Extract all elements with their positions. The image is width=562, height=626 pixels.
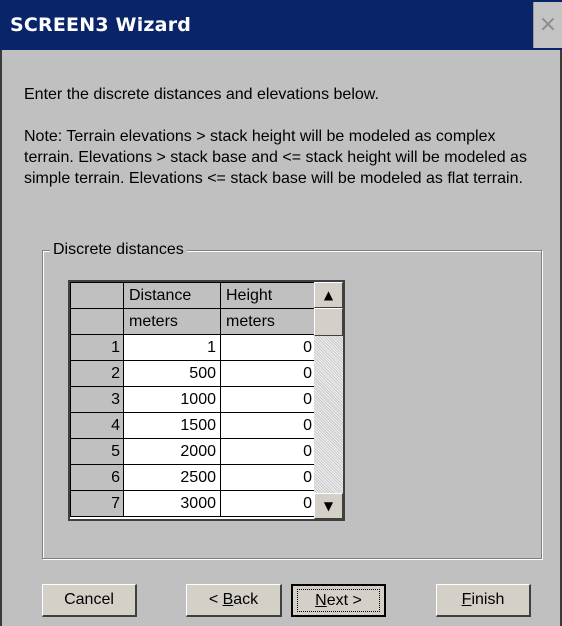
cancel-label: Cancel bbox=[64, 591, 114, 608]
row-number[interactable]: 5 bbox=[70, 438, 124, 465]
height-cell[interactable]: 0 bbox=[220, 386, 317, 413]
finish-label-mnemonic: F bbox=[461, 591, 472, 608]
table-row: 5 2000 0 bbox=[70, 438, 317, 465]
height-cell[interactable]: 0 bbox=[220, 464, 317, 491]
height-cell[interactable]: 0 bbox=[220, 412, 317, 439]
column-header-height: Height bbox=[220, 282, 317, 309]
intro-text: Enter the discrete distances and elevati… bbox=[24, 86, 379, 103]
unit-distance: meters bbox=[123, 308, 221, 335]
row-number[interactable]: 3 bbox=[70, 386, 124, 413]
cancel-button[interactable]: Cancel bbox=[42, 584, 137, 617]
distance-cell[interactable]: 1000 bbox=[123, 386, 221, 413]
note-text: Note: Terrain elevations > stack height … bbox=[24, 128, 527, 187]
table-row: 7 3000 0 bbox=[70, 490, 317, 517]
height-cell[interactable]: 0 bbox=[220, 438, 317, 465]
group-label: Discrete distances bbox=[50, 241, 187, 259]
height-cell[interactable]: 0 bbox=[220, 360, 317, 387]
table-row: 2 500 0 bbox=[70, 360, 317, 387]
row-number[interactable]: 6 bbox=[70, 464, 124, 491]
row-number[interactable]: 4 bbox=[70, 412, 124, 439]
distance-cell[interactable]: 1500 bbox=[123, 412, 221, 439]
table-row: 1 1 0 bbox=[70, 334, 317, 361]
wizard-window: SCREEN3 Wizard × Enter the discrete dist… bbox=[0, 0, 562, 626]
focus-rectangle bbox=[297, 589, 380, 612]
title-bar: SCREEN3 Wizard × bbox=[0, 0, 562, 50]
grid-corner bbox=[70, 282, 124, 309]
vertical-scrollbar[interactable]: ▲ ▼ bbox=[314, 282, 343, 519]
distance-cell[interactable]: 2000 bbox=[123, 438, 221, 465]
distance-cell[interactable]: 500 bbox=[123, 360, 221, 387]
scrollbar-thumb[interactable] bbox=[314, 308, 343, 336]
back-label-prefix: < bbox=[208, 591, 223, 608]
height-cell[interactable]: 0 bbox=[220, 490, 317, 517]
next-button[interactable]: Next > bbox=[291, 584, 386, 617]
distance-cell[interactable]: 2500 bbox=[123, 464, 221, 491]
distance-cell[interactable]: 3000 bbox=[123, 490, 221, 517]
arrow-up-icon[interactable]: ▲ bbox=[314, 282, 343, 308]
unit-height: meters bbox=[220, 308, 317, 335]
arrow-down-icon[interactable]: ▼ bbox=[314, 493, 343, 519]
table-row: 4 1500 0 bbox=[70, 412, 317, 439]
row-number[interactable]: 1 bbox=[70, 334, 124, 361]
row-number[interactable]: 2 bbox=[70, 360, 124, 387]
back-label-mnemonic: B bbox=[222, 591, 234, 608]
finish-button[interactable]: Finish bbox=[436, 584, 531, 617]
row-number[interactable]: 7 bbox=[70, 490, 124, 517]
window-frame-left bbox=[0, 50, 2, 626]
distances-grid[interactable]: Distance Height meters meters 1 1 0 2 50… bbox=[68, 280, 345, 521]
close-icon[interactable]: × bbox=[533, 2, 562, 48]
table-row: 6 2500 0 bbox=[70, 464, 317, 491]
column-header-distance: Distance bbox=[123, 282, 221, 309]
distance-cell[interactable]: 1 bbox=[123, 334, 221, 361]
height-cell[interactable]: 0 bbox=[220, 334, 317, 361]
window-title: SCREEN3 Wizard bbox=[10, 14, 192, 36]
table-row: 3 1000 0 bbox=[70, 386, 317, 413]
back-label-rest: ack bbox=[233, 591, 259, 608]
back-button[interactable]: < Back bbox=[186, 584, 282, 617]
finish-label-rest: inish bbox=[471, 591, 505, 608]
grid-corner-units bbox=[70, 308, 124, 335]
